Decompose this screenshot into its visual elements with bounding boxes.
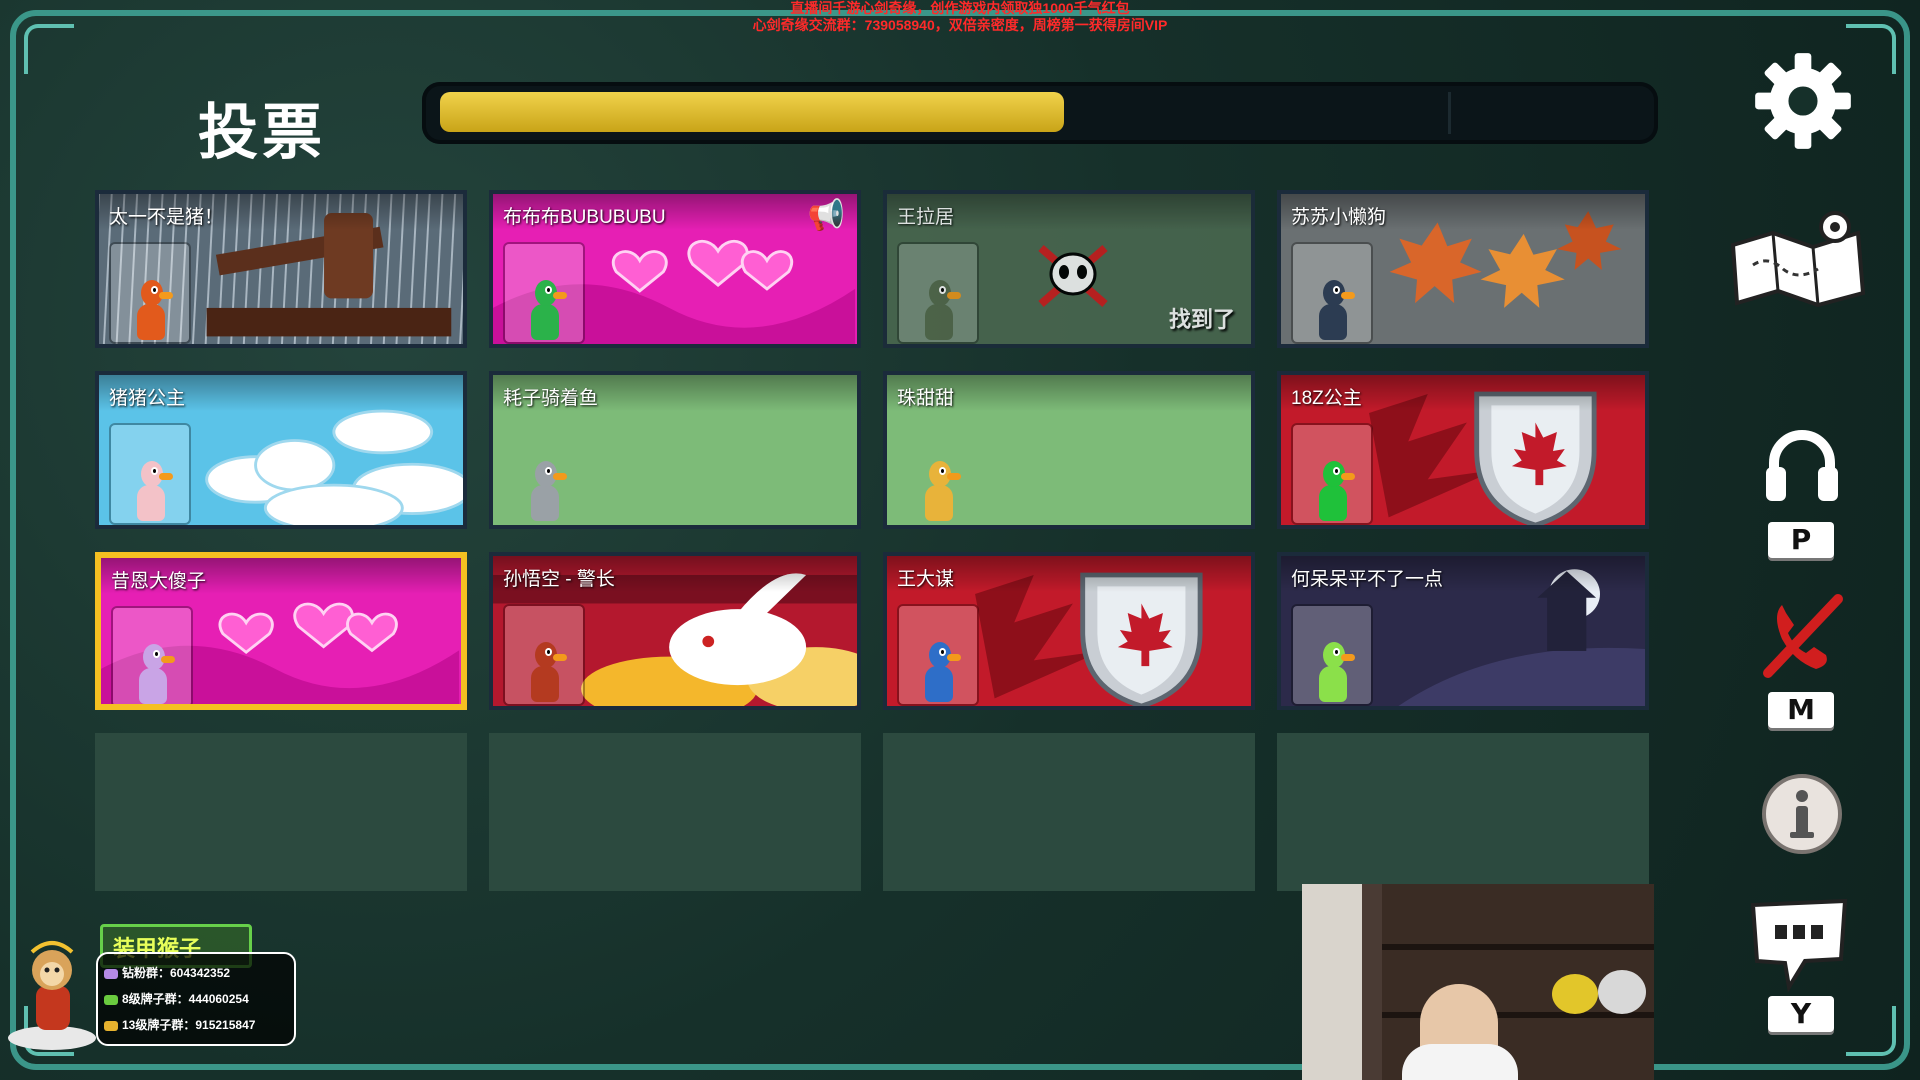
player-goose [921,461,961,521]
player-name: 苏苏小懒狗 [1291,207,1387,228]
player-goose [527,461,567,521]
page-title: 投票 [198,98,326,168]
info-button[interactable] [1760,772,1844,856]
vote-timer-fill [440,92,1064,132]
mute-key: M [1768,692,1834,728]
player-goose [527,280,567,340]
player-name: 王大谋 [897,569,955,590]
vote-timer-bar [422,82,1658,144]
player-goose [133,280,173,340]
fan-group-card: 钻粉群：604342352 8级牌子群：444060254 13级牌子群：915… [96,952,296,1046]
map-icon [1730,211,1866,308]
player-name: 王拉居 [897,207,955,228]
player-card[interactable]: 昔恩大傻子 [95,552,467,710]
level8-group-text: 8级牌子群：444060254 [122,992,249,1006]
empty-player-slot [1277,733,1649,891]
player-card[interactable]: 王拉居 找到了 [883,190,1255,348]
player-name: 孙悟空 - 警长 [503,569,615,590]
player-grid: 太一不是猪！ 布布布BUBUBUBU 📢 王拉居 找到了 苏苏小懒狗 猪猪公主 … [95,190,1651,892]
player-name: 何呆呆平不了一点 [1291,569,1444,590]
megaphone-icon: 📢 [807,199,845,232]
info-icon [1762,774,1842,854]
player-goose [921,280,961,340]
player-goose [527,642,567,702]
player-name: 猪猪公主 [109,388,186,409]
player-avatar [505,244,583,342]
fan-group-text: 钻粉群：604342352 [122,966,231,980]
voice-button[interactable] [1752,420,1852,510]
monkey-king-sticker [8,941,96,1050]
player-card[interactable]: 珠甜甜 [883,371,1255,529]
muted-phone-icon [1763,594,1843,678]
player-avatar [899,425,977,523]
webcam-person-shirt [1402,1044,1518,1080]
player-card[interactable]: 耗子骑着鱼 [489,371,861,529]
chat-button[interactable] [1740,890,1860,1000]
level-badge-icon [104,994,118,1005]
timer-divider [1448,92,1451,134]
gear-icon [1755,53,1851,149]
player-card[interactable]: 18Z公主 [1277,371,1649,529]
player-avatar [899,244,977,342]
player-card[interactable]: 王大谋 [883,552,1255,710]
player-name: 布布布BUBUBUBU [503,207,666,228]
player-avatar [1293,606,1371,704]
map-button[interactable] [1716,200,1880,320]
streamer-webcam [1302,884,1654,1080]
empty-player-slot [95,733,467,891]
level13-group-line: 13级牌子群：915215847 [104,1012,288,1038]
player-goose [921,642,961,702]
player-card[interactable]: 布布布BUBUBUBU 📢 [489,190,861,348]
player-avatar [505,606,583,704]
player-name: 昔恩大傻子 [111,571,207,592]
player-name: 耗子骑着鱼 [503,388,599,409]
player-name: 18Z公主 [1291,388,1362,409]
player-avatar [1293,425,1371,523]
player-card[interactable]: 猪猪公主 [95,371,467,529]
player-name: 珠甜甜 [897,388,955,409]
player-card[interactable]: 孙悟空 - 警长 [489,552,861,710]
mute-button[interactable] [1750,580,1854,690]
found-body-label: 找到了 [1168,307,1235,332]
level8-group-line: 8级牌子群：444060254 [104,986,288,1012]
fan-group-line: 钻粉群：604342352 [104,960,288,986]
player-avatar [1293,244,1371,342]
webcam-curtain [1302,884,1362,1080]
empty-player-slot [489,733,861,891]
overlay-line: 心剑奇缘交流群：739058940，双倍亲密度，周榜第一获得房间VIP [752,17,1168,33]
level13-group-text: 13级牌子群：915215847 [122,1018,256,1032]
level-badge-icon [104,1020,118,1031]
empty-player-slot [883,733,1255,891]
voice-key: P [1768,522,1834,558]
settings-button[interactable] [1748,46,1858,156]
sidebar: P M Y [1700,0,1920,1080]
webcam-toy [1598,970,1646,1014]
chat-key: Y [1768,996,1834,1032]
chat-bubble-icon [1750,898,1848,993]
player-avatar [111,244,189,342]
overlay-line: 直播间千游心剑奇缘，创作游戏内领取独1000千气红包 [790,0,1130,16]
player-goose [133,461,173,521]
webcam-toy [1552,974,1598,1014]
player-card[interactable]: 太一不是猪！ [95,190,467,348]
webcam-shelf-board [1382,944,1654,950]
player-avatar [505,425,583,523]
player-goose [1315,461,1355,521]
player-goose [1315,280,1355,340]
headphones-icon [1766,430,1838,501]
player-avatar [113,608,191,704]
dead-skull-icon [1037,244,1109,308]
player-goose [135,644,175,704]
player-avatar [899,606,977,704]
player-card[interactable]: 苏苏小懒狗 [1277,190,1649,348]
player-goose [1315,642,1355,702]
player-avatar [111,425,189,523]
player-name: 太一不是猪！ [109,207,224,228]
player-card[interactable]: 何呆呆平不了一点 [1277,552,1649,710]
stream-overlay-text: 直播间千游心剑奇缘，创作游戏内领取独1000千气红包 心剑奇缘交流群：73905… [0,0,1920,34]
diamond-badge-icon [104,968,118,979]
